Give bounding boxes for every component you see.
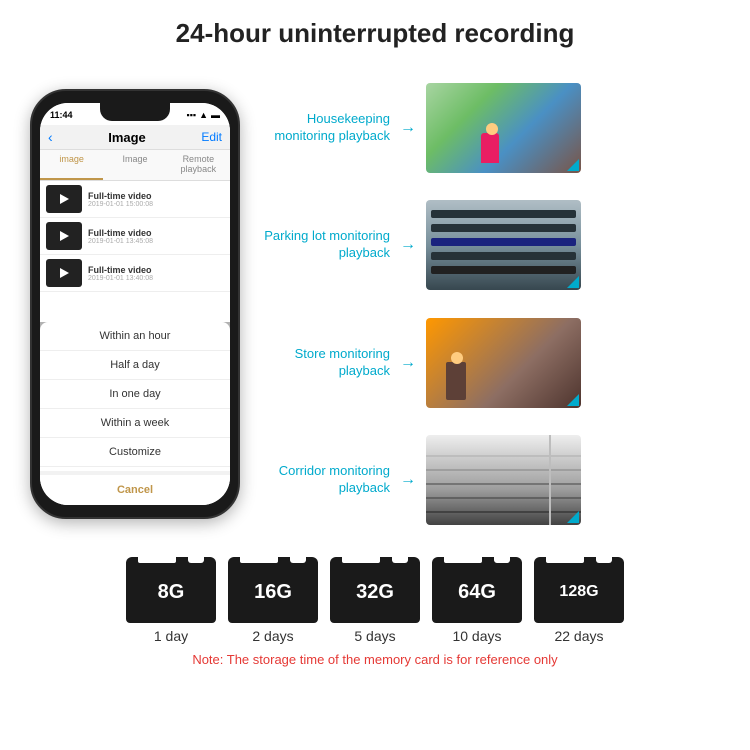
- corner-arrow-2: [567, 276, 579, 288]
- video-list: Full-time video 2019-01-01 15:00:08 Full…: [40, 181, 230, 292]
- wifi-icon: ▲: [199, 110, 208, 120]
- storage-cards: 8G 1 day 16G 2 days 32G 5 days 64G 10 da…: [126, 557, 624, 644]
- dropdown-item-1[interactable]: Within an hour: [40, 322, 230, 351]
- monitoring-img-1: [426, 83, 581, 173]
- storage-card-8g: 8G 1 day: [126, 557, 216, 644]
- video-date-2: 2019-01-01 13:45:08: [88, 238, 224, 245]
- monitoring-label-2: Parking lot monitoring playback: [260, 228, 390, 262]
- sd-card-128g: 128G: [534, 557, 624, 623]
- video-item-3[interactable]: Full-time video 2019-01-01 13:40:08: [40, 255, 230, 292]
- monitoring-arrow-3: →: [400, 354, 416, 372]
- video-title-2: Full-time video: [88, 228, 224, 238]
- video-date-3: 2019-01-01 13:40:08: [88, 275, 224, 282]
- monitoring-label-1: Housekeeping monitoring playback: [260, 111, 390, 145]
- video-info-2: Full-time video 2019-01-01 13:45:08: [88, 228, 224, 245]
- dropdown-cancel[interactable]: Cancel: [40, 471, 230, 505]
- sd-card-16g: 16G: [228, 557, 318, 623]
- tab-remote-playback[interactable]: Remote playback: [167, 150, 230, 180]
- page-header: 24-hour uninterrupted recording: [0, 0, 750, 59]
- storage-days-8g: 1 day: [154, 628, 188, 644]
- storage-section: 8G 1 day 16G 2 days 32G 5 days 64G 10 da…: [0, 549, 750, 671]
- monitoring-section: Housekeeping monitoring playback → Parki…: [260, 59, 730, 549]
- dropdown-item-4[interactable]: Within a week: [40, 409, 230, 438]
- monitoring-img-2: [426, 200, 581, 290]
- video-title-3: Full-time video: [88, 265, 224, 275]
- sd-label-128g: 128G: [559, 583, 598, 601]
- monitoring-row-4: Corridor monitoring playback →: [260, 435, 730, 525]
- dropdown-overlay: Within an hour Half a day In one day Wit…: [40, 322, 230, 505]
- app-header: ‹ Image Edit: [40, 125, 230, 150]
- video-thumbnail-2: [46, 222, 82, 250]
- sd-label-8g: 8G: [158, 581, 185, 604]
- video-item-2[interactable]: Full-time video 2019-01-01 13:45:08: [40, 218, 230, 255]
- dropdown-menu: Within an hour Half a day In one day Wit…: [40, 322, 230, 505]
- video-thumbnail-3: [46, 259, 82, 287]
- monitoring-row-2: Parking lot monitoring playback →: [260, 200, 730, 290]
- back-button[interactable]: ‹: [48, 129, 53, 145]
- storage-days-128g: 22 days: [554, 628, 603, 644]
- sd-card-64g: 64G: [432, 557, 522, 623]
- phone-mockup: 11:44 ▪▪▪ ▲ ▬ ‹ Image Edit image Ima: [20, 59, 250, 549]
- storage-card-128g: 128G 22 days: [534, 557, 624, 644]
- monitoring-label-4: Corridor monitoring playback: [260, 463, 390, 497]
- phone-body: 11:44 ▪▪▪ ▲ ▬ ‹ Image Edit image Ima: [30, 89, 240, 519]
- monitoring-arrow-1: →: [400, 119, 416, 137]
- phone-time: 11:44: [50, 110, 73, 120]
- corner-arrow-3: [567, 394, 579, 406]
- video-thumbnail-1: [46, 185, 82, 213]
- dropdown-item-5[interactable]: Customize: [40, 438, 230, 467]
- edit-button[interactable]: Edit: [201, 130, 222, 144]
- video-date-1: 2019-01-01 15:00:08: [88, 201, 224, 208]
- phone-notch: [100, 103, 170, 121]
- phone-screen: 11:44 ▪▪▪ ▲ ▬ ‹ Image Edit image Ima: [40, 103, 230, 505]
- sd-label-64g: 64G: [458, 581, 496, 604]
- video-info-3: Full-time video 2019-01-01 13:40:08: [88, 265, 224, 282]
- video-title-1: Full-time video: [88, 191, 224, 201]
- dropdown-item-3[interactable]: In one day: [40, 380, 230, 409]
- monitoring-img-3: [426, 318, 581, 408]
- storage-card-16g: 16G 2 days: [228, 557, 318, 644]
- monitoring-label-3: Store monitoring playback: [260, 346, 390, 380]
- app-title: Image: [108, 130, 146, 145]
- corner-arrow-4: [567, 511, 579, 523]
- tab-image[interactable]: image: [40, 150, 103, 180]
- sd-label-32g: 32G: [356, 581, 394, 604]
- storage-note: Note: The storage time of the memory car…: [192, 652, 557, 667]
- status-icons: ▪▪▪ ▲ ▬: [187, 110, 221, 120]
- monitoring-arrow-4: →: [400, 471, 416, 489]
- storage-days-16g: 2 days: [252, 628, 293, 644]
- tab-image2[interactable]: Image: [103, 150, 166, 180]
- monitoring-img-4: [426, 435, 581, 525]
- app-tabs: image Image Remote playback: [40, 150, 230, 181]
- battery-icon: ▬: [211, 110, 220, 120]
- sd-card-8g: 8G: [126, 557, 216, 623]
- play-icon-1: [60, 194, 69, 204]
- monitoring-row-1: Housekeeping monitoring playback →: [260, 83, 730, 173]
- video-item-1[interactable]: Full-time video 2019-01-01 15:00:08: [40, 181, 230, 218]
- play-icon-3: [60, 268, 69, 278]
- storage-card-32g: 32G 5 days: [330, 557, 420, 644]
- sd-label-16g: 16G: [254, 581, 292, 604]
- monitoring-row-3: Store monitoring playback →: [260, 318, 730, 408]
- page-title: 24-hour uninterrupted recording: [20, 18, 730, 49]
- monitoring-arrow-2: →: [400, 236, 416, 254]
- signal-icon: ▪▪▪: [187, 110, 197, 120]
- video-info-1: Full-time video 2019-01-01 15:00:08: [88, 191, 224, 208]
- storage-days-64g: 10 days: [452, 628, 501, 644]
- corner-arrow-1: [567, 159, 579, 171]
- dropdown-item-2[interactable]: Half a day: [40, 351, 230, 380]
- storage-card-64g: 64G 10 days: [432, 557, 522, 644]
- storage-days-32g: 5 days: [354, 628, 395, 644]
- play-icon-2: [60, 231, 69, 241]
- sd-card-32g: 32G: [330, 557, 420, 623]
